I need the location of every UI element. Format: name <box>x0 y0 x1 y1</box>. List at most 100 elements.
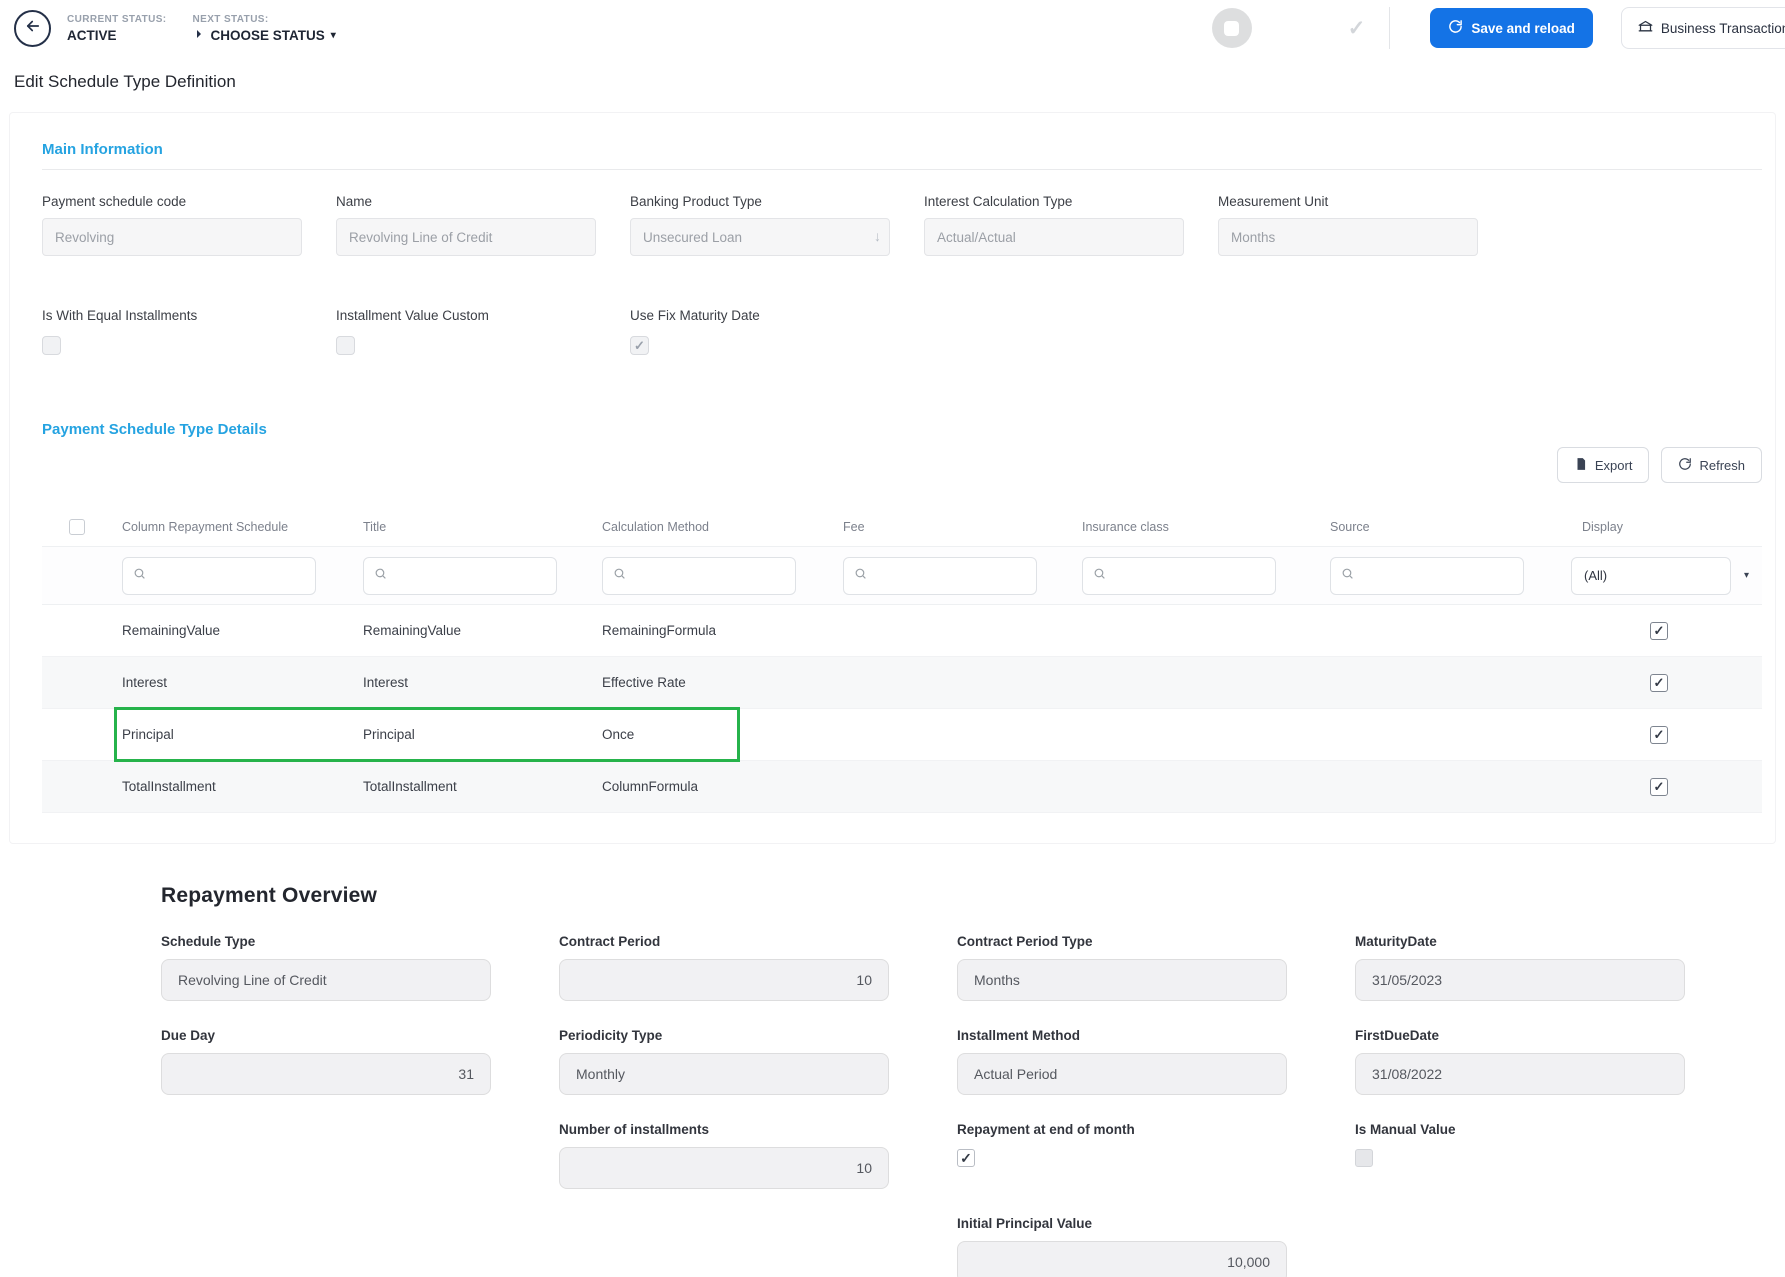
filter-repayment-input[interactable] <box>153 568 305 583</box>
choose-status-dropdown[interactable]: CHOOSE STATUS ▾ <box>193 28 336 43</box>
column-header-source[interactable]: Source <box>1330 520 1566 534</box>
search-icon <box>1341 567 1354 585</box>
filter-source-input[interactable] <box>1361 568 1513 583</box>
schedule-definition-card: Main Information Payment schedule code N… <box>9 112 1776 844</box>
payment-schedule-code-input[interactable] <box>42 218 302 256</box>
display-filter-caret-icon[interactable]: ▾ <box>1744 570 1749 581</box>
next-status: NEXT STATUS: CHOOSE STATUS ▾ <box>193 14 336 43</box>
business-transactions-icon <box>1638 19 1653 37</box>
field-maturity-date: MaturityDate <box>1355 934 1685 1001</box>
chevron-right-icon <box>193 28 205 43</box>
repayment-end-of-month-checkbox[interactable] <box>957 1149 975 1167</box>
interest-calculation-type-input[interactable] <box>924 218 1184 256</box>
filter-repayment <box>122 557 316 595</box>
main-information-checkboxes: Is With Equal Installments Installment V… <box>42 308 1762 355</box>
installment-value-custom-checkbox[interactable] <box>336 336 355 355</box>
repayment-overview-grid: Schedule Type Contract Period Contract P… <box>161 934 1785 1277</box>
topbar-actions: ✓ Save and reload Business Transactions <box>1212 0 1785 56</box>
cell-method: Once <box>602 727 843 742</box>
table-row: Interest Interest Effective Rate <box>42 657 1762 709</box>
back-button[interactable] <box>14 10 51 47</box>
filter-method-input[interactable] <box>633 568 785 583</box>
contract-period-type-input[interactable] <box>957 959 1287 1001</box>
filter-insurance-input[interactable] <box>1113 568 1265 583</box>
display-filter-value: (All) <box>1584 568 1607 583</box>
filter-fee-input[interactable] <box>874 568 1026 583</box>
checkbox-label: Is Manual Value <box>1355 1122 1685 1137</box>
filter-title-input[interactable] <box>394 568 546 583</box>
field-contract-period: Contract Period <box>559 934 889 1001</box>
display-checkbox[interactable] <box>1650 726 1668 744</box>
schedule-details-table: Column Repayment Schedule Title Calculat… <box>42 507 1762 813</box>
initial-principal-value-input[interactable] <box>957 1241 1287 1277</box>
use-fix-maturity-date-checkbox[interactable] <box>630 336 649 355</box>
table-row: TotalInstallment TotalInstallment Column… <box>42 761 1762 813</box>
installment-method-input[interactable] <box>957 1053 1287 1095</box>
field-label: Periodicity Type <box>559 1028 889 1043</box>
filter-title <box>363 557 557 595</box>
table-row: RemainingValue RemainingValue RemainingF… <box>42 605 1762 657</box>
due-day-input[interactable] <box>161 1053 491 1095</box>
checkbox-use-fix-maturity-date: Use Fix Maturity Date <box>630 308 890 355</box>
schedule-type-input[interactable] <box>161 959 491 1001</box>
page-title: Edit Schedule Type Definition <box>14 72 1785 92</box>
column-header-method[interactable]: Calculation Method <box>602 520 843 534</box>
banking-product-type-input[interactable] <box>630 218 890 256</box>
filter-insurance <box>1082 557 1276 595</box>
export-button[interactable]: Export <box>1557 447 1650 483</box>
field-label: Interest Calculation Type <box>924 194 1184 209</box>
business-transactions-button[interactable]: Business Transactions <box>1621 7 1785 49</box>
field-label: Due Day <box>161 1028 491 1043</box>
column-header-fee[interactable]: Fee <box>843 520 1082 534</box>
measurement-unit-input[interactable] <box>1218 218 1478 256</box>
contract-period-input[interactable] <box>559 959 889 1001</box>
filter-method <box>602 557 796 595</box>
field-label: Measurement Unit <box>1218 194 1478 209</box>
display-checkbox[interactable] <box>1650 622 1668 640</box>
search-icon <box>613 567 626 585</box>
search-icon <box>854 567 867 585</box>
select-all-checkbox[interactable] <box>69 519 85 535</box>
save-reload-icon <box>1448 19 1463 37</box>
refresh-button[interactable]: Refresh <box>1661 447 1762 483</box>
field-measurement-unit: Measurement Unit <box>1218 194 1478 256</box>
field-interest-calculation-type: Interest Calculation Type <box>924 194 1184 256</box>
is-manual-value-checkbox[interactable] <box>1355 1149 1373 1167</box>
details-header: Payment Schedule Type Details <box>42 421 1762 439</box>
cell-method: RemainingFormula <box>602 623 843 638</box>
maturity-date-input[interactable] <box>1355 959 1685 1001</box>
column-header-repayment[interactable]: Column Repayment Schedule <box>122 520 363 534</box>
column-header-insurance[interactable]: Insurance class <box>1082 520 1330 534</box>
field-label: Number of installments <box>559 1122 889 1137</box>
field-label: Contract Period <box>559 934 889 949</box>
current-status-value: ACTIVE <box>67 28 167 43</box>
first-due-date-input[interactable] <box>1355 1053 1685 1095</box>
main-information-header: Main Information <box>42 141 1762 170</box>
display-filter-dropdown[interactable]: (All) <box>1571 557 1731 595</box>
column-header-display[interactable]: Display <box>1566 520 1762 534</box>
number-of-installments-input[interactable] <box>559 1147 889 1189</box>
cell-title: RemainingValue <box>363 623 602 638</box>
save-and-reload-button[interactable]: Save and reload <box>1430 8 1593 48</box>
checkbox-label: Repayment at end of month <box>957 1122 1287 1137</box>
field-installment-method: Installment Method <box>957 1028 1287 1095</box>
checkbox-label: Installment Value Custom <box>336 308 596 323</box>
business-button-label: Business Transactions <box>1661 21 1785 36</box>
repayment-overview: Repayment Overview Schedule Type Contrac… <box>161 884 1785 1277</box>
table-filter-row: (All) ▾ <box>42 547 1762 605</box>
field-label: MaturityDate <box>1355 934 1685 949</box>
field-due-day: Due Day <box>161 1028 491 1095</box>
field-number-of-installments: Number of installments <box>559 1122 889 1189</box>
equal-installments-checkbox[interactable] <box>42 336 61 355</box>
field-name: Name <box>336 194 596 256</box>
details-heading: Payment Schedule Type Details <box>42 421 267 438</box>
field-banking-product-type: Banking Product Type ↓ <box>630 194 890 256</box>
display-checkbox[interactable] <box>1650 778 1668 796</box>
checkbox-repayment-end-of-month: Repayment at end of month <box>957 1122 1287 1189</box>
name-input[interactable] <box>336 218 596 256</box>
display-checkbox[interactable] <box>1650 674 1668 692</box>
column-header-title[interactable]: Title <box>363 520 602 534</box>
field-periodicity-type: Periodicity Type <box>559 1028 889 1095</box>
periodicity-type-input[interactable] <box>559 1053 889 1095</box>
field-schedule-type: Schedule Type <box>161 934 491 1001</box>
